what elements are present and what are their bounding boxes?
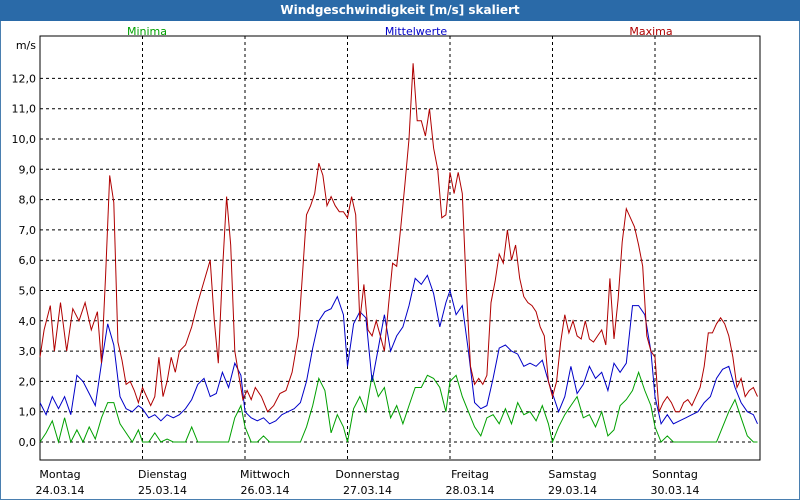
x-tick-day: Mittwoch bbox=[240, 468, 290, 481]
x-tick-date: 28.03.14 bbox=[446, 484, 495, 497]
x-tick-date: 29.03.14 bbox=[548, 484, 597, 497]
y-tick-label: 12,0 bbox=[12, 72, 37, 85]
x-tick-date: 26.03.14 bbox=[241, 484, 290, 497]
y-tick-labels: 0,0 1,0 2,0 3,0 4,0 5,0 6,0 7,0 8,0 9,0 10,0 11,0 12… bbox=[12, 72, 37, 449]
y-tick-label: 3,0 bbox=[19, 345, 37, 358]
y-tick-label: 0,0 bbox=[19, 436, 37, 449]
x-tick-date: 24.03.14 bbox=[36, 484, 85, 497]
y-tick-label: 9,0 bbox=[19, 163, 37, 176]
y-tick-label: 1,0 bbox=[19, 406, 37, 419]
x-tick-day: Donnerstag bbox=[335, 468, 399, 481]
y-tick-label: 5,0 bbox=[19, 285, 37, 298]
legend-minima: Minima bbox=[127, 25, 167, 38]
y-tick-label: 2,0 bbox=[19, 375, 37, 388]
x-tick-date: 25.03.14 bbox=[138, 484, 187, 497]
x-tick-day: Dienstag bbox=[138, 468, 187, 481]
x-tick-date: 27.03.14 bbox=[343, 484, 392, 497]
y-tick-label: 10,0 bbox=[12, 133, 37, 146]
x-tick-day: Freitag bbox=[451, 468, 489, 481]
x-tick-day: Sonntag bbox=[652, 468, 698, 481]
x-tick-day: Montag bbox=[39, 468, 80, 481]
legend-maxima: Maxima bbox=[629, 25, 672, 38]
y-tick-label: 11,0 bbox=[12, 103, 37, 116]
y-tick-label: 6,0 bbox=[19, 254, 37, 267]
y-tick-label: 8,0 bbox=[19, 194, 37, 207]
plot-area bbox=[39, 35, 761, 461]
y-axis-unit: m/s bbox=[16, 39, 36, 52]
wind-speed-chart: 0,0 1,0 2,0 3,0 4,0 5,0 6,0 7,0 8,0 9,0 10,0 11,0 12… bbox=[12, 25, 761, 497]
x-tick-labels: Montag 24.03.14 Dienstag 25.03.14 Mittwoch 26… bbox=[36, 468, 700, 497]
legend-mittelwerte: Mittelwerte bbox=[385, 25, 448, 38]
x-tick-date: 30.03.14 bbox=[651, 484, 700, 497]
x-tick-day: Samstag bbox=[548, 468, 596, 481]
y-tick-label: 4,0 bbox=[19, 315, 37, 328]
y-tick-label: 7,0 bbox=[19, 224, 37, 237]
